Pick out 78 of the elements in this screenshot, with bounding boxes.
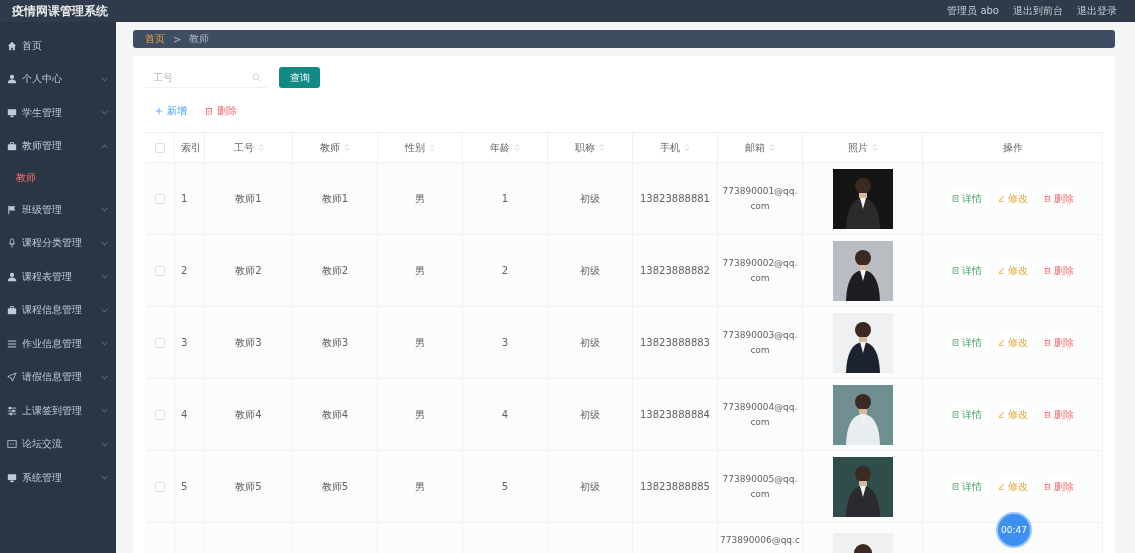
menu-item[interactable]: 作业信息管理 [0,327,116,361]
table-cell-text: 773890003@qq.com [721,328,799,357]
menu-item[interactable]: 首页 [0,29,116,63]
breadcrumb-current: 教师 [189,32,210,46]
breadcrumb-separator: > [173,33,182,45]
table-cell: 男 [415,335,425,350]
table-cell: 5 [501,481,509,492]
table-cell: 初级 [580,479,600,494]
menu-item[interactable]: 课程分类管理 [0,226,116,260]
table-cell-text: 773890004@qq.com [721,400,799,429]
table-cell: 1 [181,193,188,204]
detail-button[interactable]: 详情 [945,477,988,496]
table-cell: 教师4 [321,407,349,422]
table-cell: 13823888882 [640,265,710,276]
table-cell: 13823888885 [640,481,710,492]
column-header[interactable]: 照片 [847,140,868,155]
column-header: 索引 [181,140,201,155]
table-cell: 初级 [580,191,600,206]
table-cell: 男 [415,263,425,278]
column-header[interactable]: 年龄 [490,140,510,155]
menu-item[interactable]: 课程表管理 [0,260,116,294]
table-cell: 3 [501,337,509,348]
column-header[interactable]: 工号 [233,140,254,155]
header-link[interactable]: 退出登录 [1077,4,1117,18]
table-cell: 初级 [580,335,600,350]
column-header[interactable]: 手机 [660,140,680,155]
table-cell: 男 [415,407,425,422]
table-cell: 教师5 [321,479,349,494]
menu-item[interactable]: 请假信息管理 [0,360,116,394]
table-cell: 4 [501,409,509,420]
table-cell: 2 [181,265,188,276]
query-button[interactable]: 查询 [279,67,320,88]
column-header: 操作 [1002,140,1023,155]
column-header[interactable]: 职称 [575,140,595,155]
detail-button[interactable]: 详情 [945,261,988,280]
table-cell: 男 [415,191,425,206]
table-cell: 13823888884 [640,409,710,420]
table-cell: 教师2 [321,263,349,278]
menu-item[interactable]: 系统管理 [0,461,116,495]
table-cell: 13823888881 [640,193,710,204]
menu-item[interactable]: 论坛交流 [0,427,116,461]
table-cell: 3 [181,337,188,348]
detail-button[interactable]: 详情 [945,189,988,208]
table-cell: 教师5 [235,479,262,494]
table-cell: 教师1 [321,191,349,206]
menu-item[interactable]: 课程信息管理 [0,293,116,327]
table-cell: 初级 [580,407,600,422]
user-label: 管理员 abo [947,4,999,18]
detail-button[interactable]: 详情 [945,333,988,352]
table-cell: 4 [181,409,188,420]
table-cell: 1 [501,193,509,204]
submenu-item[interactable]: 教师 [0,163,116,193]
table-cell-text: 773890006@qq.c [720,534,800,547]
menu-item[interactable]: 上课签到管理 [0,394,116,428]
table-cell-text: 773890005@qq.com [721,472,799,501]
breadcrumb-link[interactable]: 首页 [145,32,165,46]
detail-button[interactable]: 详情 [945,405,988,424]
column-header[interactable]: 性别 [405,140,425,155]
menu-item[interactable]: 教师管理 [0,129,116,163]
table-cell: 教师3 [321,335,349,350]
app-title: 疫情网课管理系统 [12,2,108,20]
menu-item[interactable]: 学生管理 [0,96,116,130]
table-cell-text: 773890002@qq.com [721,256,799,285]
table-cell: 5 [181,481,188,492]
table-cell: 初级 [580,263,600,278]
menu-item[interactable]: 个人中心 [0,62,116,96]
table-cell: 教师4 [235,407,262,422]
menu-item[interactable]: 班级管理 [0,193,116,227]
table-cell: 2 [501,265,509,276]
table-cell: 男 [415,479,425,494]
column-header[interactable]: 邮箱 [745,140,765,155]
column-header[interactable]: 教师 [320,140,340,155]
header-link[interactable]: 退出到前台 [1013,4,1063,18]
table-cell: 教师3 [235,335,262,350]
table-cell-text: 773890001@qq.com [721,184,799,213]
table-cell: 教师2 [235,263,262,278]
table-cell: 教师1 [235,191,262,206]
table-cell: 13823888883 [640,337,710,348]
